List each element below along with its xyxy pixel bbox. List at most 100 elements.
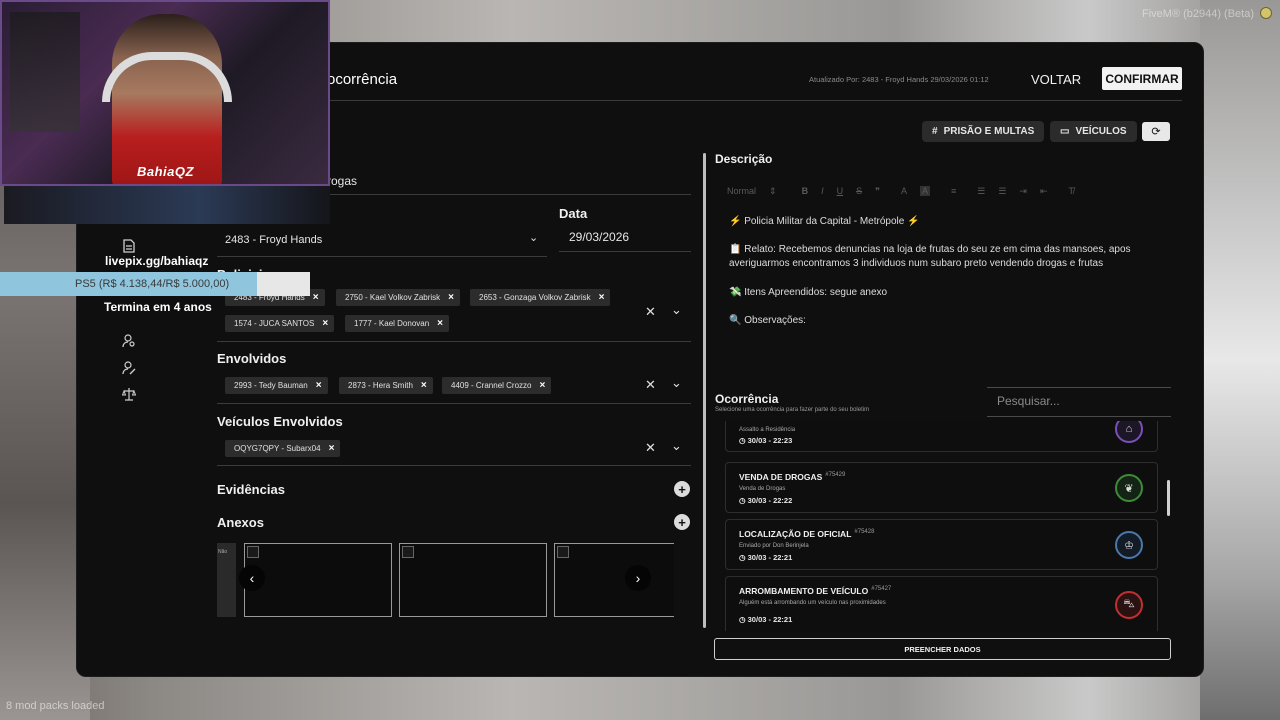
broken-image-icon <box>247 546 259 558</box>
indent-icon[interactable]: ⇥ <box>1019 186 1027 197</box>
refresh-icon: ⟳ <box>1151 126 1161 138</box>
ordered-list-icon[interactable]: ☰ <box>977 186 985 197</box>
scale-icon[interactable] <box>121 387 137 403</box>
clear-policiais-icon[interactable]: ✕ <box>645 304 656 320</box>
prisao-multas-button[interactable]: # PRISÃO E MULTAS <box>922 121 1045 142</box>
data-field[interactable]: 29/03/2026 <box>569 230 629 244</box>
highlight-icon[interactable]: A <box>919 186 930 196</box>
ocorrencia-scrollbar[interactable] <box>1167 480 1170 516</box>
ocorrencia-card[interactable]: ARROMBAMENTO DE VEÍCULO #75427 Alguém est… <box>725 576 1158 631</box>
goal-ends-text: Termina em 4 anos <box>104 300 212 314</box>
chevron-down-icon[interactable]: ⌄ <box>671 375 682 391</box>
strike-icon[interactable]: S <box>856 186 862 196</box>
descricao-title: Descrição <box>715 152 773 166</box>
attachment-thumb[interactable] <box>554 543 674 617</box>
card-subtitle: Enviado por Don Berinjela <box>739 543 809 549</box>
bullet-list-icon[interactable]: ☰ <box>998 186 1006 197</box>
voltar-button[interactable]: VOLTAR <box>1031 72 1081 87</box>
policiais-underline <box>217 341 691 342</box>
underline-icon[interactable]: U <box>837 186 844 196</box>
envolvidos-label: Envolvidos <box>217 351 287 366</box>
mod-packs-status: 8 mod packs loaded <box>6 700 105 712</box>
envolvido-chip[interactable]: 4409 - Crannel Crozzo × <box>442 377 552 394</box>
donation-goal-bar: PS5 (R$ 4.138,44/R$ 5.000,00) <box>0 272 310 296</box>
policial-chip[interactable]: 2653 - Gonzaga Volkov Zabrisk × <box>470 289 611 306</box>
chevron-down-icon[interactable]: ⌄ <box>529 231 538 244</box>
ocorrencia-list[interactable]: Assalto a Residência ◷ 30/03 - 22:23 ⌂ V… <box>715 421 1171 631</box>
goal-text: PS5 (R$ 4.138,44/R$ 5.000,00) <box>75 278 230 290</box>
broken-image-icon <box>557 546 569 558</box>
ocorrencia-card[interactable]: Assalto a Residência ◷ 30/03 - 22:23 ⌂ <box>725 421 1158 452</box>
add-anexo-button[interactable]: + <box>674 514 690 530</box>
description-line[interactable]: ⚡ Policia Militar da Capital - Metrópole… <box>729 215 1169 229</box>
data-label: Data <box>559 206 588 221</box>
hash-icon: # <box>932 126 938 137</box>
responsavel-select[interactable]: 2483 - Froyd Hands <box>225 234 322 246</box>
envolvidos-underline <box>217 403 691 404</box>
stream-brand-logo: BahiaQZ <box>137 164 194 179</box>
select-arrows-icon: ⇕ <box>769 185 777 196</box>
quote-icon[interactable]: ❞ <box>875 186 880 197</box>
veiculos-underline <box>217 465 691 466</box>
veiculo-chip[interactable]: OQYG7QPY - Subarx04 × <box>225 440 341 457</box>
card-date: ◷ 30/03 - 22:22 <box>739 496 793 505</box>
remove-icon[interactable]: × <box>322 318 328 329</box>
clear-format-icon[interactable]: T̸ <box>1068 186 1074 196</box>
prisao-multas-label: PRISÃO E MULTAS <box>943 126 1035 137</box>
align-icon[interactable]: ≡ <box>951 186 956 196</box>
policial-chip[interactable]: 2750 - Kael Volkov Zabrisk × <box>336 289 461 306</box>
bold-icon[interactable]: B <box>802 186 809 196</box>
description-line[interactable]: 💸 Itens Apreendidos: segue anexo <box>729 286 1169 300</box>
background-shelf <box>10 12 80 132</box>
policial-chip[interactable]: 1777 - Kael Donovan × <box>345 315 450 332</box>
description-line[interactable]: 📋 Relato: Recebemos denuncias na loja de… <box>729 243 1169 271</box>
remove-icon[interactable]: × <box>539 380 545 391</box>
card-title: LOCALIZAÇÃO DE OFICIAL #75428 <box>739 529 875 539</box>
remove-icon[interactable]: × <box>316 380 322 391</box>
description-line[interactable]: 🔍 Observações: <box>729 314 1169 328</box>
card-title: ARROMBAMENTO DE VEÍCULO #75427 <box>739 586 892 596</box>
remove-icon[interactable]: × <box>437 318 443 329</box>
clear-veiculos-icon[interactable]: ✕ <box>645 440 656 456</box>
text-color-icon[interactable]: A <box>901 186 907 196</box>
policial-chip[interactable]: 1574 - JUCA SANTOS × <box>225 315 335 332</box>
user-edit-icon[interactable] <box>121 361 137 377</box>
ocorrencia-card[interactable]: VENDA DE DROGAS #75429 Venda de Drogas ◷ … <box>725 462 1158 513</box>
chevron-down-icon[interactable]: ⌄ <box>671 302 682 318</box>
title-field[interactable]: rogas <box>327 174 357 188</box>
user-search-icon[interactable] <box>121 334 137 350</box>
clear-envolvidos-icon[interactable]: ✕ <box>645 377 656 393</box>
card-subtitle: Venda de Drogas <box>739 486 786 492</box>
ocorrencia-card[interactable]: LOCALIZAÇÃO DE OFICIAL #75428 Enviado por… <box>725 519 1158 570</box>
remove-icon[interactable]: × <box>313 292 319 303</box>
style-select[interactable]: Normal <box>727 186 756 196</box>
remove-icon[interactable]: × <box>599 292 605 303</box>
attachment-thumb[interactable]: Não <box>217 543 236 617</box>
attachment-thumb[interactable] <box>244 543 392 617</box>
webcam-overlay: BahiaQZ <box>0 0 330 186</box>
document-icon[interactable] <box>121 239 137 255</box>
preencher-dados-button[interactable]: PREENCHER DADOS <box>714 638 1171 660</box>
outdent-icon[interactable]: ⇤ <box>1040 186 1048 197</box>
envolvido-chip[interactable]: 2993 - Tedy Bauman × <box>225 377 328 394</box>
veiculos-button[interactable]: ▭ VEÍCULOS <box>1050 121 1137 142</box>
remove-icon[interactable]: × <box>448 292 454 303</box>
envolvido-chip[interactable]: 2873 - Hera Smith × <box>339 377 433 394</box>
remove-icon[interactable]: × <box>421 380 427 391</box>
responsavel-underline <box>217 256 547 257</box>
chevron-right-icon: › <box>635 570 641 586</box>
ocorrencia-title: Ocorrência <box>715 392 779 406</box>
confirmar-button[interactable]: CONFIRMAR <box>1102 67 1182 90</box>
carousel-next-button[interactable]: › <box>625 565 651 591</box>
carousel-prev-button[interactable]: ‹ <box>239 565 265 591</box>
italic-icon[interactable]: I <box>821 186 824 196</box>
search-input[interactable]: Pesquisar... <box>987 387 1171 417</box>
add-evidencia-button[interactable]: + <box>674 481 690 497</box>
data-underline <box>559 251 691 252</box>
column-scrollbar[interactable] <box>703 153 706 628</box>
chevron-down-icon[interactable]: ⌄ <box>671 438 682 454</box>
refresh-button[interactable]: ⟳ <box>1142 122 1170 141</box>
remove-icon[interactable]: × <box>329 443 335 454</box>
attachment-thumb[interactable] <box>399 543 547 617</box>
ocorrencia-subtitle: Selecione uma ocorrência para fazer part… <box>715 407 870 413</box>
